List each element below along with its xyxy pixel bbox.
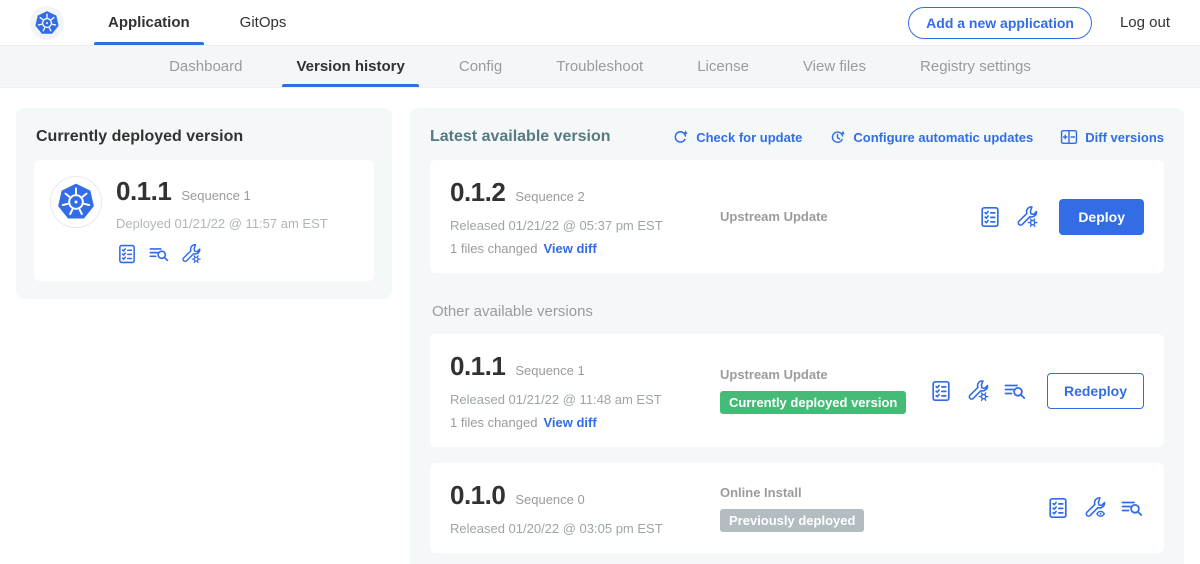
deploy-logs-icon[interactable] — [1003, 379, 1027, 403]
deploy-logs-icon[interactable] — [148, 243, 170, 265]
files-changed-label: 1 files changed — [450, 415, 537, 430]
diff-icon — [1060, 128, 1078, 146]
sequence-label: Sequence 0 — [515, 492, 584, 507]
main-content: Currently deployed version 0.1.1 Sequenc… — [0, 88, 1200, 564]
deploy-logs-icon[interactable] — [1120, 496, 1144, 520]
deployed-version-card: 0.1.1 Sequence 1 Deployed 01/21/22 @ 11:… — [34, 160, 374, 281]
tab-application[interactable]: Application — [94, 0, 204, 45]
sequence-label: Sequence 2 — [515, 189, 584, 204]
files-changed-label: 1 files changed — [450, 241, 537, 256]
tab-gitops[interactable]: GitOps — [226, 0, 301, 45]
app-subnav: Dashboard Version history Config Trouble… — [0, 46, 1200, 88]
preflight-checks-icon[interactable] — [929, 379, 953, 403]
topbar-spacer — [322, 0, 908, 45]
subnav-config-label: Config — [459, 58, 502, 75]
view-diff-link[interactable]: View diff — [543, 415, 596, 430]
refresh-icon — [672, 129, 689, 146]
edit-config-icon[interactable] — [1015, 205, 1039, 229]
logout-button[interactable]: Log out — [1120, 14, 1170, 31]
version-source-label: Upstream Update — [720, 367, 929, 382]
subnav-license-label: License — [697, 58, 749, 75]
tab-application-label: Application — [108, 14, 190, 31]
deployed-panel-title: Currently deployed version — [36, 128, 374, 146]
subnav-troubleshoot[interactable]: Troubleshoot — [529, 46, 670, 87]
edit-config-icon[interactable] — [966, 379, 990, 403]
deployed-version-number: 0.1.1 — [116, 176, 171, 207]
preflight-checks-icon[interactable] — [116, 243, 138, 265]
subnav-license[interactable]: License — [670, 46, 776, 87]
view-config-icon[interactable] — [1083, 496, 1107, 520]
version-card-0-1-0: 0.1.0 Sequence 0 Released 01/20/22 @ 03:… — [430, 463, 1164, 553]
configure-automatic-updates-label: Configure automatic updates — [853, 130, 1033, 145]
version-source-label: Upstream Update — [720, 209, 978, 224]
released-timestamp: Released 01/21/22 @ 11:48 am EST — [450, 392, 712, 407]
schedule-icon — [829, 129, 846, 146]
kubernetes-icon — [34, 10, 60, 36]
deploy-button[interactable]: Deploy — [1059, 199, 1144, 235]
preflight-checks-icon[interactable] — [1046, 496, 1070, 520]
check-for-update-link[interactable]: Check for update — [672, 129, 802, 146]
subnav-version-history-label: Version history — [296, 58, 404, 75]
app-logo — [50, 176, 102, 228]
version-source-label: Online Install — [720, 485, 1046, 500]
top-navbar: Application GitOps Add a new application… — [0, 0, 1200, 46]
subnav-config[interactable]: Config — [432, 46, 529, 87]
deployed-sequence: Sequence 1 — [181, 188, 250, 203]
diff-versions-label: Diff versions — [1085, 130, 1164, 145]
previously-deployed-badge: Previously deployed — [720, 509, 864, 532]
tab-gitops-label: GitOps — [240, 14, 287, 31]
version-card-0-1-2: 0.1.2 Sequence 2 Released 01/21/22 @ 05:… — [430, 160, 1164, 273]
latest-available-title: Latest available version — [430, 128, 645, 146]
currently-deployed-badge: Currently deployed version — [720, 391, 906, 414]
subnav-dashboard[interactable]: Dashboard — [142, 46, 269, 87]
diff-versions-link[interactable]: Diff versions — [1060, 128, 1164, 146]
kubernetes-icon — [56, 182, 96, 222]
redeploy-button[interactable]: Redeploy — [1047, 373, 1144, 409]
version-number: 0.1.0 — [450, 480, 505, 511]
subnav-troubleshoot-label: Troubleshoot — [556, 58, 643, 75]
subnav-registry-settings-label: Registry settings — [920, 58, 1031, 75]
deployed-timestamp: Deployed 01/21/22 @ 11:57 am EST — [116, 216, 328, 231]
released-timestamp: Released 01/21/22 @ 05:37 pm EST — [450, 218, 712, 233]
available-versions-panel: Latest available version Check for updat… — [410, 108, 1184, 564]
released-timestamp: Released 01/20/22 @ 03:05 pm EST — [450, 521, 712, 536]
subnav-view-files-label: View files — [803, 58, 866, 75]
sequence-label: Sequence 1 — [515, 363, 584, 378]
subnav-dashboard-label: Dashboard — [169, 58, 242, 75]
version-number: 0.1.1 — [450, 351, 505, 382]
version-number: 0.1.2 — [450, 177, 505, 208]
check-for-update-label: Check for update — [696, 130, 802, 145]
subnav-registry-settings[interactable]: Registry settings — [893, 46, 1058, 87]
subnav-version-history[interactable]: Version history — [269, 46, 431, 87]
add-application-button[interactable]: Add a new application — [908, 7, 1092, 39]
view-diff-link[interactable]: View diff — [543, 241, 596, 256]
edit-config-icon[interactable] — [180, 243, 202, 265]
version-card-0-1-1: 0.1.1 Sequence 1 Released 01/21/22 @ 11:… — [430, 334, 1164, 447]
subnav-view-files[interactable]: View files — [776, 46, 893, 87]
currently-deployed-panel: Currently deployed version 0.1.1 Sequenc… — [16, 108, 392, 299]
preflight-checks-icon[interactable] — [978, 205, 1002, 229]
configure-automatic-updates-link[interactable]: Configure automatic updates — [829, 129, 1033, 146]
other-versions-title: Other available versions — [432, 303, 1164, 320]
kubernetes-logo[interactable] — [30, 6, 64, 40]
